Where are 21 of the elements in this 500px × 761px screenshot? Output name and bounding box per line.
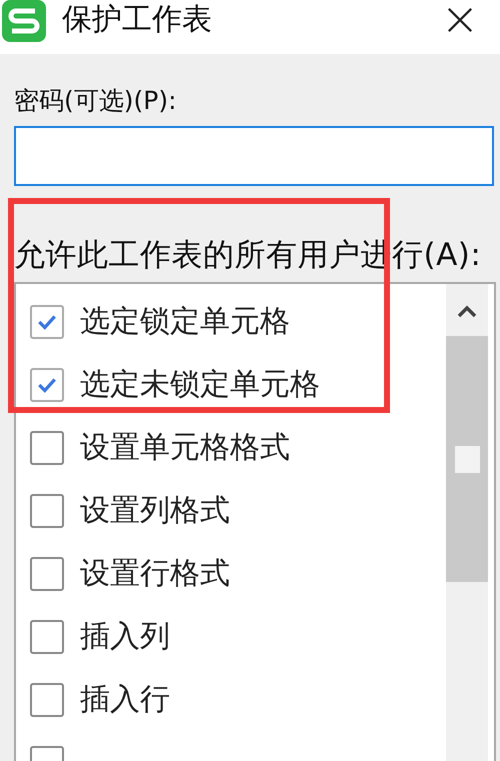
checkbox[interactable]	[30, 620, 64, 654]
scroll-up-icon[interactable]	[457, 304, 477, 318]
checkbox[interactable]	[30, 304, 64, 338]
password-field[interactable]	[14, 126, 494, 186]
scrollbar[interactable]	[446, 284, 488, 761]
option-label: 设置单元格格式	[80, 428, 290, 466]
window-title: 保护工作表	[62, 1, 212, 39]
checkbox[interactable]	[30, 368, 64, 402]
password-label: 密码(可选)(P):	[14, 85, 177, 117]
option-label: 选定锁定单元格	[80, 302, 290, 340]
checkbox[interactable]	[30, 556, 64, 590]
checkbox[interactable]	[30, 682, 64, 716]
option-label: 设置列格式	[80, 492, 230, 530]
option-label: 选定未锁定单元格	[80, 366, 320, 404]
checkbox[interactable]	[30, 494, 64, 528]
option-label: 设置行格式	[80, 554, 230, 592]
option-label: 插入列	[80, 618, 170, 656]
option-label: 插入行	[80, 680, 170, 718]
scroll-thumb[interactable]	[446, 336, 488, 582]
checkbox[interactable]	[30, 430, 64, 464]
close-icon[interactable]	[446, 6, 474, 34]
